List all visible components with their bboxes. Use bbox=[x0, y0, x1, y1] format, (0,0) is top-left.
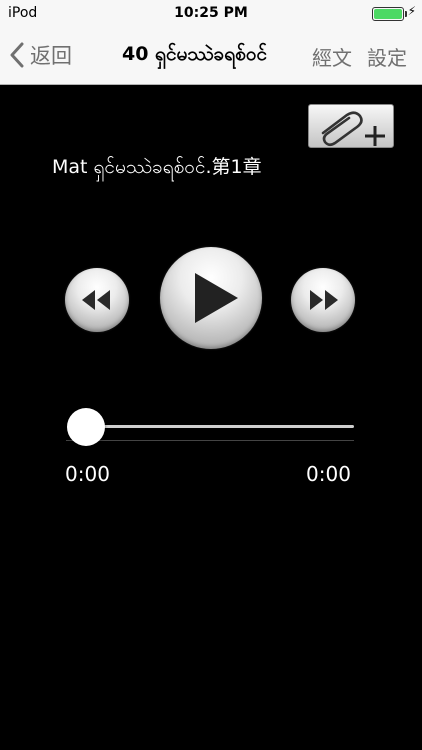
back-label: 返回 bbox=[30, 44, 72, 68]
charging-icon: ⚡ bbox=[407, 4, 416, 18]
page-title: 40 ရှင်မဿဲခရစ်ဝင် bbox=[122, 43, 268, 65]
progress-track[interactable] bbox=[86, 425, 354, 428]
battery-icon bbox=[372, 7, 407, 21]
play-button[interactable] bbox=[160, 247, 262, 349]
navigation-bar: 返回 40 ရှင်မဿဲခရစ်ဝင် 經文 設定 bbox=[0, 26, 422, 85]
scripture-button[interactable]: 經文 bbox=[312, 42, 352, 71]
battery-fill bbox=[374, 9, 402, 19]
chevron-left-icon bbox=[10, 42, 24, 68]
progress-slider-thumb[interactable] bbox=[67, 408, 105, 446]
track-title: Mat ရှင်မဿဲခရစ်ဝင်.第1章 bbox=[52, 156, 262, 178]
rewind-icon bbox=[82, 290, 110, 310]
play-icon bbox=[195, 273, 238, 323]
rewind-button[interactable] bbox=[65, 268, 129, 332]
settings-button[interactable]: 設定 bbox=[367, 42, 407, 71]
total-time: 0:00 bbox=[306, 462, 351, 486]
progress-baseline bbox=[66, 440, 354, 441]
elapsed-time: 0:00 bbox=[65, 462, 110, 486]
fast-forward-icon bbox=[310, 290, 338, 310]
status-bar: iPod 10:25 PM ⚡ bbox=[0, 0, 422, 26]
paperclip-plus-icon bbox=[321, 111, 385, 147]
back-button[interactable]: 返回 bbox=[10, 39, 72, 71]
clock: 10:25 PM bbox=[174, 5, 248, 21]
add-attachment-button[interactable] bbox=[308, 104, 394, 148]
fast-forward-button[interactable] bbox=[291, 268, 355, 332]
